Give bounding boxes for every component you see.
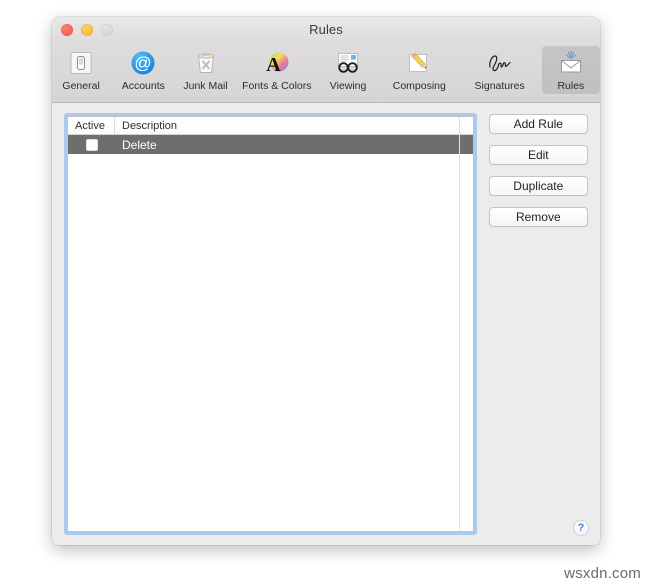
svg-text:@: @ xyxy=(135,54,152,73)
column-header-active[interactable]: Active xyxy=(68,117,115,134)
rules-table-body: Delete xyxy=(68,135,473,531)
add-rule-button[interactable]: Add Rule xyxy=(488,114,588,134)
title-bar: Rules xyxy=(52,17,600,43)
toolbar-label: Fonts & Colors xyxy=(242,80,312,92)
toolbar-item-general[interactable]: General xyxy=(52,46,110,94)
toolbar-item-composing[interactable]: Composing xyxy=(381,46,457,94)
trash-can-icon xyxy=(191,48,221,78)
toolbar-label: Signatures xyxy=(474,80,525,92)
toolbar-label: Accounts xyxy=(121,80,165,92)
toolbar-item-accounts[interactable]: @ Accounts xyxy=(114,46,172,94)
preferences-content: Active Description Delete Add Rule Edit … xyxy=(52,103,600,545)
rule-active-cell[interactable] xyxy=(68,138,115,151)
column-header-spacer xyxy=(460,117,473,134)
toolbar-label: Viewing xyxy=(329,80,367,92)
toolbar-label: General xyxy=(62,80,100,92)
watermark: wsxdn.com xyxy=(564,565,641,582)
rule-active-checkbox[interactable] xyxy=(85,138,98,151)
switch-icon xyxy=(66,48,96,78)
rules-actions: Add Rule Edit Duplicate Remove xyxy=(488,113,588,535)
pencil-paper-icon xyxy=(404,48,434,78)
help-button[interactable]: ? xyxy=(573,520,589,536)
eyeglasses-icon xyxy=(333,48,363,78)
signature-icon xyxy=(485,48,515,78)
edit-button[interactable]: Edit xyxy=(488,145,588,165)
toolbar-item-signatures[interactable]: Signatures xyxy=(461,46,537,94)
toolbar-item-junk-mail[interactable]: Junk Mail xyxy=(176,46,234,94)
rules-envelope-icon xyxy=(556,48,586,78)
svg-text:A: A xyxy=(266,54,281,76)
toolbar-item-rules[interactable]: Rules xyxy=(541,46,600,94)
rules-table-focus-ring: Active Description Delete xyxy=(64,113,477,535)
column-header-description[interactable]: Description xyxy=(115,117,460,134)
preferences-window: Rules General @ Accounts Junk Mail A Fon… xyxy=(52,17,600,545)
rules-table[interactable]: Active Description Delete xyxy=(67,116,474,532)
rule-description-cell: Delete xyxy=(122,137,157,152)
toolbar-label: Rules xyxy=(557,80,585,92)
at-sign-icon: @ xyxy=(128,48,158,78)
duplicate-button[interactable]: Duplicate xyxy=(488,176,588,196)
toolbar-label: Junk Mail xyxy=(183,80,228,92)
rules-table-header: Active Description xyxy=(68,117,473,135)
toolbar-item-viewing[interactable]: Viewing xyxy=(319,46,377,94)
table-column-divider xyxy=(458,135,460,531)
toolbar-label: Composing xyxy=(392,80,446,92)
remove-button[interactable]: Remove xyxy=(488,207,588,227)
window-title: Rules xyxy=(309,22,343,37)
toolbar-item-fonts-colors[interactable]: A Fonts & Colors xyxy=(239,46,315,94)
preferences-toolbar: General @ Accounts Junk Mail A Fonts & C… xyxy=(52,43,600,103)
table-row[interactable]: Delete xyxy=(68,135,473,154)
font-color-icon: A xyxy=(262,48,292,78)
